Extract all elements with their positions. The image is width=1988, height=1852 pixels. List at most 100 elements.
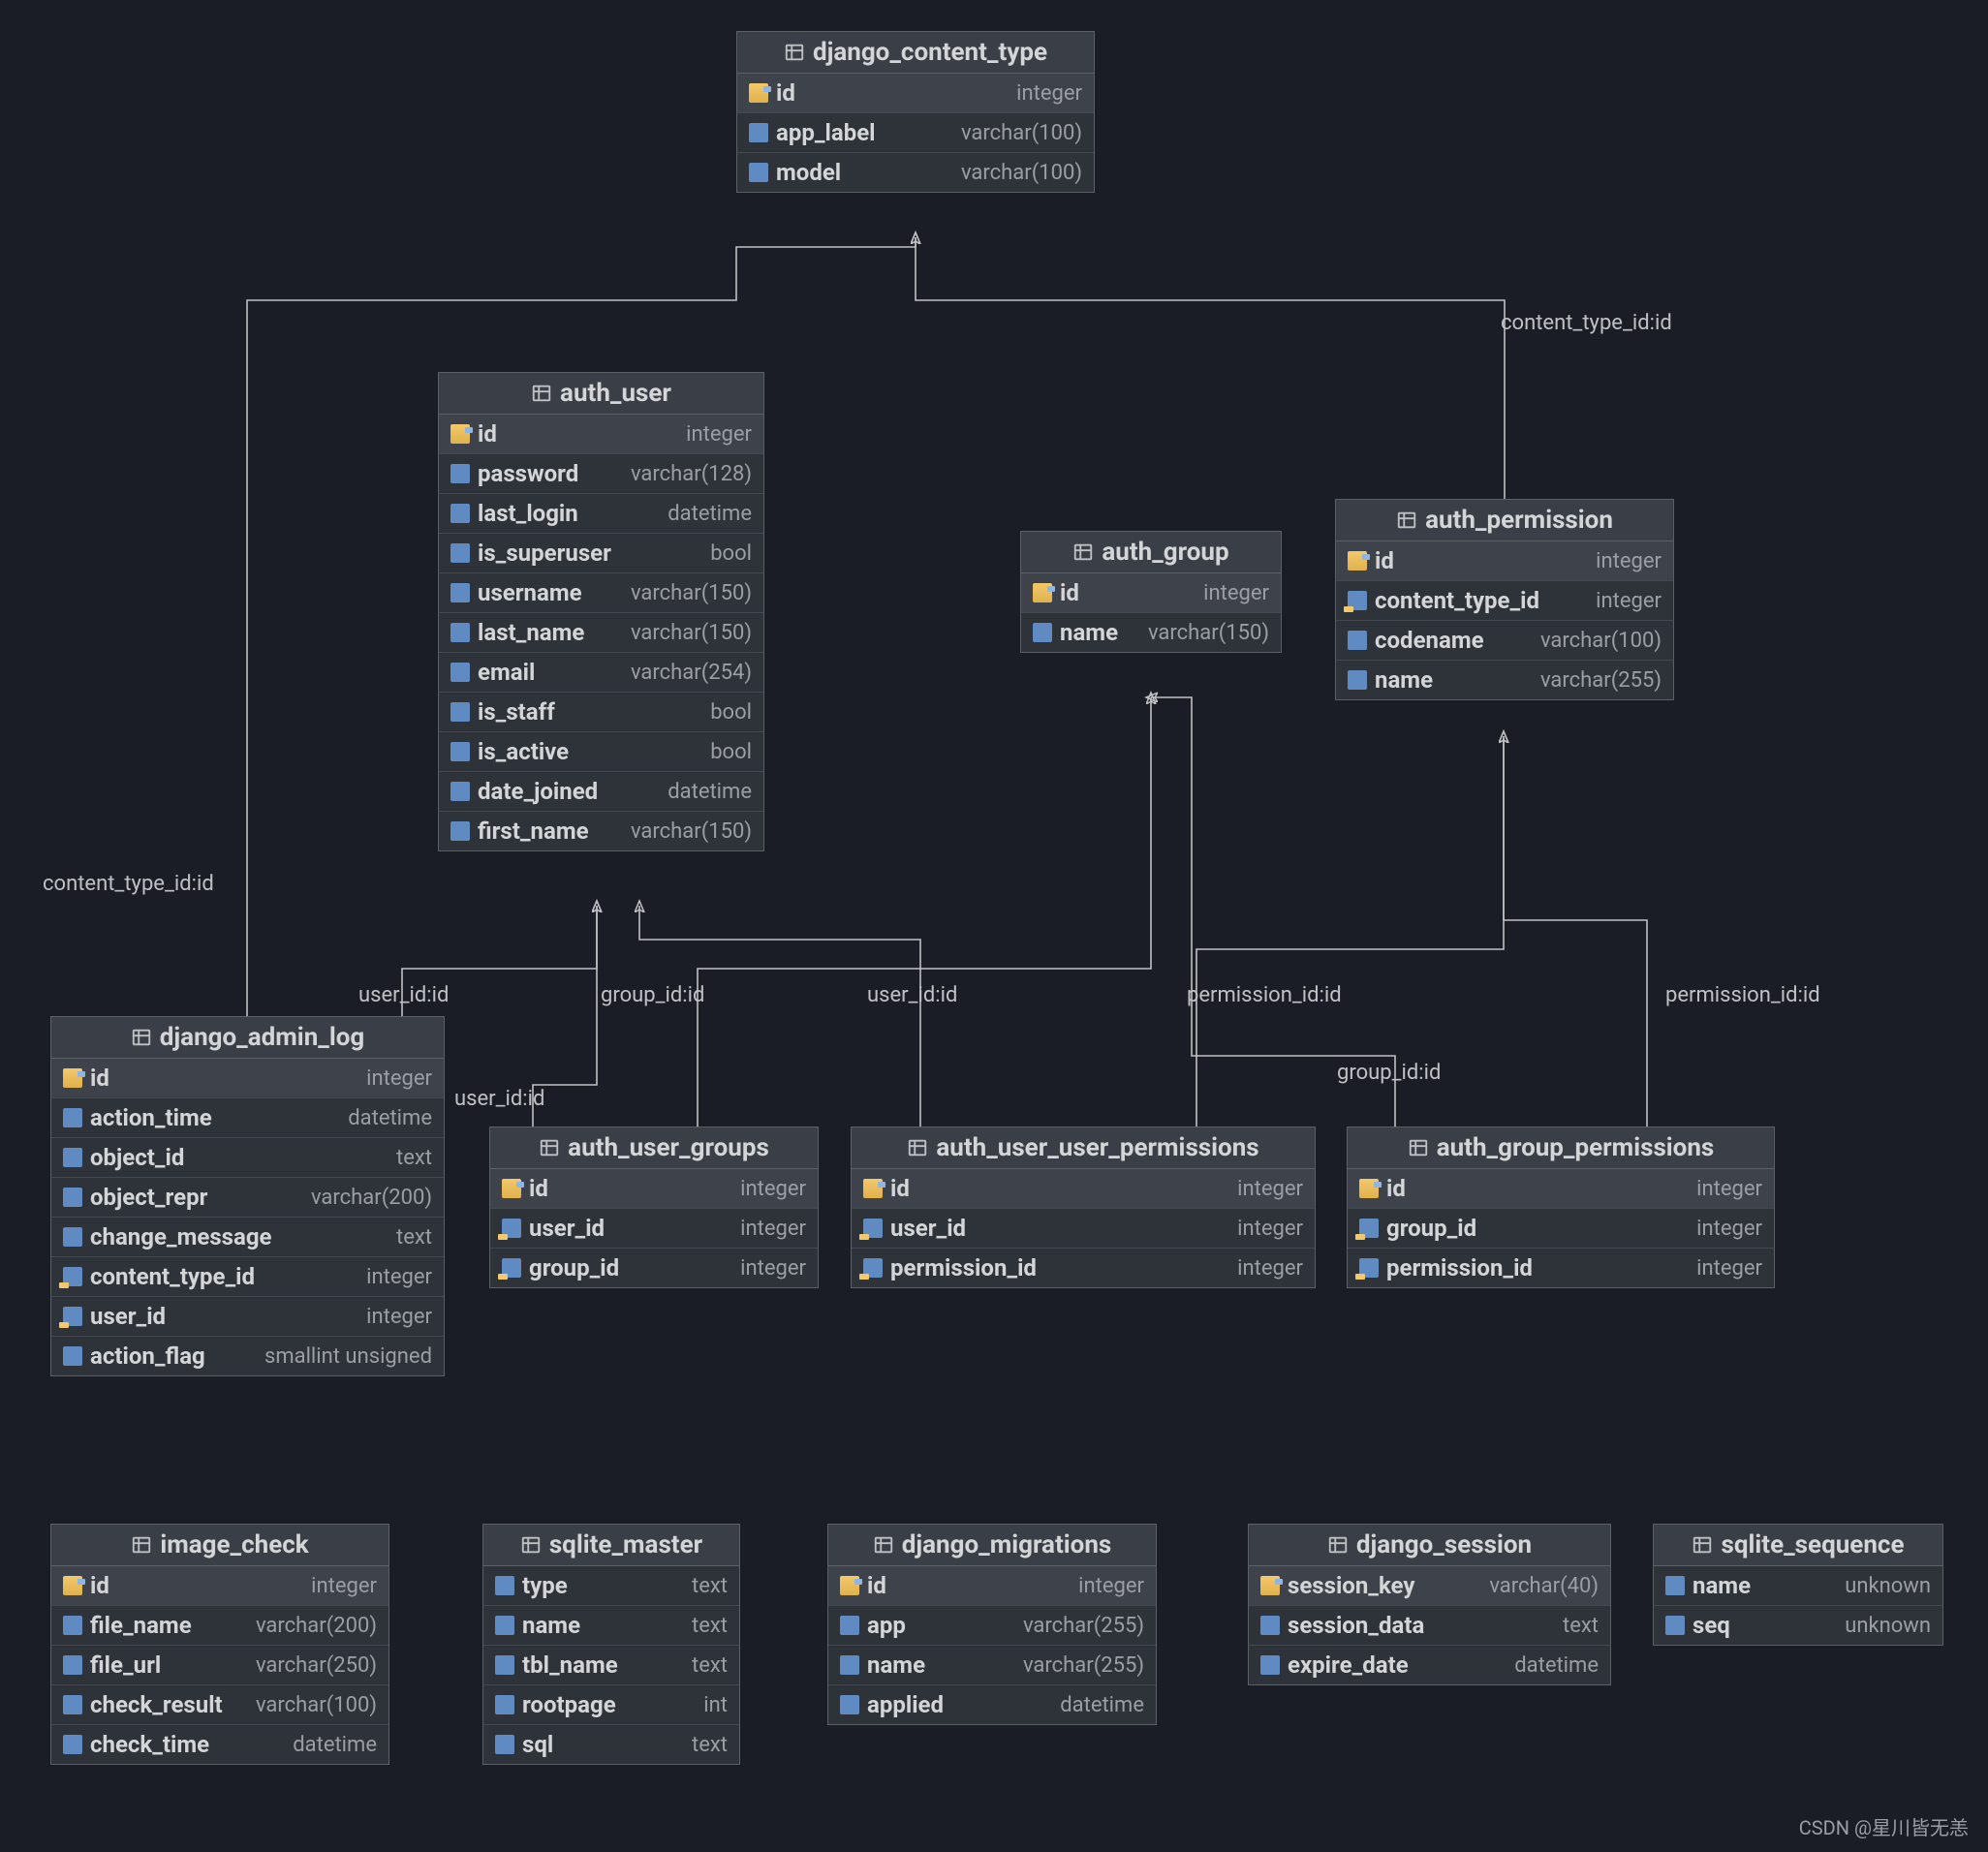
column-type: int: [703, 1693, 728, 1717]
column-name: group_id: [529, 1254, 619, 1281]
column-type: integer: [311, 1574, 377, 1598]
table-auth_user[interactable]: auth_useridintegerpasswordvarchar(128)la…: [438, 372, 764, 851]
column-row[interactable]: user_idinteger: [852, 1209, 1315, 1249]
column-row[interactable]: user_idinteger: [51, 1297, 444, 1337]
table-auth_permission[interactable]: auth_permissionidintegercontent_type_idi…: [1335, 499, 1674, 700]
table-django_migrations[interactable]: django_migrationsidintegerappvarchar(255…: [827, 1524, 1157, 1725]
column-row[interactable]: idinteger: [737, 74, 1094, 113]
table-header[interactable]: auth_permission: [1336, 500, 1673, 541]
column-name: action_flag: [90, 1343, 205, 1370]
table-header[interactable]: django_migrations: [828, 1525, 1156, 1566]
table-header[interactable]: sqlite_master: [483, 1525, 739, 1566]
column-row[interactable]: idinteger: [1348, 1169, 1774, 1209]
column-row[interactable]: applieddatetime: [828, 1685, 1156, 1724]
table-django_admin_log[interactable]: django_admin_logidintegeraction_timedate…: [50, 1016, 445, 1376]
column-row[interactable]: change_messagetext: [51, 1218, 444, 1257]
column-icon: [495, 1616, 514, 1635]
column-row[interactable]: app_labelvarchar(100): [737, 113, 1094, 153]
column-row[interactable]: namevarchar(255): [1336, 661, 1673, 699]
column-row[interactable]: sqltext: [483, 1725, 739, 1764]
table-django_session[interactable]: django_sessionsession_keyvarchar(40)sess…: [1248, 1524, 1611, 1685]
column-type: integer: [740, 1177, 806, 1201]
table-header[interactable]: django_content_type: [737, 32, 1094, 74]
column-row[interactable]: expire_datedatetime: [1249, 1646, 1610, 1684]
column-row[interactable]: usernamevarchar(150): [439, 573, 763, 613]
column-row[interactable]: object_reprvarchar(200): [51, 1178, 444, 1218]
table-sqlite_sequence[interactable]: sqlite_sequencenameunknownsequnknown: [1653, 1524, 1943, 1646]
column-row[interactable]: first_namevarchar(150): [439, 812, 763, 850]
column-row[interactable]: file_namevarchar(200): [51, 1606, 388, 1646]
column-row[interactable]: nametext: [483, 1606, 739, 1646]
column-row[interactable]: emailvarchar(254): [439, 653, 763, 693]
column-row[interactable]: check_timedatetime: [51, 1725, 388, 1764]
table-header[interactable]: auth_group_permissions: [1348, 1127, 1774, 1169]
column-type: text: [1563, 1614, 1599, 1638]
column-row[interactable]: sequnknown: [1654, 1606, 1942, 1645]
column-row[interactable]: idinteger: [51, 1059, 444, 1098]
table-django_content_type[interactable]: django_content_type idintegerapp_labelvar…: [736, 31, 1095, 193]
column-row[interactable]: action_flagsmallint unsigned: [51, 1337, 444, 1375]
column-icon: [450, 663, 470, 682]
column-row[interactable]: last_logindatetime: [439, 494, 763, 534]
table-auth_user_groups[interactable]: auth_user_groupsidintegeruser_idintegerg…: [489, 1127, 819, 1288]
column-row[interactable]: idinteger: [490, 1169, 818, 1209]
table-header[interactable]: auth_user: [439, 373, 763, 415]
column-row[interactable]: object_idtext: [51, 1138, 444, 1178]
column-row[interactable]: content_type_idinteger: [1336, 581, 1673, 621]
column-row[interactable]: idinteger: [51, 1566, 388, 1606]
primary-key-icon: [1260, 1576, 1280, 1595]
column-row[interactable]: permission_idinteger: [852, 1249, 1315, 1287]
column-row[interactable]: content_type_idinteger: [51, 1257, 444, 1297]
column-row[interactable]: codenamevarchar(100): [1336, 621, 1673, 661]
column-row[interactable]: rootpageint: [483, 1685, 739, 1725]
table-auth_group_permissions[interactable]: auth_group_permissionsidintegergroup_idi…: [1347, 1127, 1775, 1288]
column-row[interactable]: is_superuserbool: [439, 534, 763, 573]
column-row[interactable]: user_idinteger: [490, 1209, 818, 1249]
column-row[interactable]: typetext: [483, 1566, 739, 1606]
table-header[interactable]: auth_group: [1021, 532, 1281, 573]
column-row[interactable]: check_resultvarchar(100): [51, 1685, 388, 1725]
column-row[interactable]: is_activebool: [439, 732, 763, 772]
table-header[interactable]: django_admin_log: [51, 1017, 444, 1059]
column-name: content_type_id: [1375, 587, 1539, 614]
column-row[interactable]: group_idinteger: [1348, 1209, 1774, 1249]
column-row[interactable]: appvarchar(255): [828, 1606, 1156, 1646]
column-row[interactable]: group_idinteger: [490, 1249, 818, 1287]
table-title: django_content_type: [813, 38, 1047, 67]
column-row[interactable]: idinteger: [828, 1566, 1156, 1606]
column-row[interactable]: date_joineddatetime: [439, 772, 763, 812]
column-icon: [450, 543, 470, 563]
column-row[interactable]: idinteger: [439, 415, 763, 454]
column-row[interactable]: idinteger: [1021, 573, 1281, 613]
table-header[interactable]: image_check: [51, 1525, 388, 1566]
table-header[interactable]: auth_user_groups: [490, 1127, 818, 1169]
column-row[interactable]: modelvarchar(100): [737, 153, 1094, 192]
column-row[interactable]: nameunknown: [1654, 1566, 1942, 1606]
column-row[interactable]: is_staffbool: [439, 693, 763, 732]
column-row[interactable]: last_namevarchar(150): [439, 613, 763, 653]
column-row[interactable]: tbl_nametext: [483, 1646, 739, 1685]
table-header[interactable]: auth_user_user_permissions: [852, 1127, 1315, 1169]
column-name: last_name: [478, 619, 584, 646]
column-name: name: [1693, 1572, 1751, 1599]
column-name: email: [478, 659, 535, 686]
column-row[interactable]: session_keyvarchar(40): [1249, 1566, 1610, 1606]
column-name: name: [1375, 666, 1433, 694]
column-row[interactable]: idinteger: [852, 1169, 1315, 1209]
column-row[interactable]: namevarchar(255): [828, 1646, 1156, 1685]
column-row[interactable]: namevarchar(150): [1021, 613, 1281, 652]
table-auth_user_user_permissions[interactable]: auth_user_user_permissionsidintegeruser_…: [851, 1127, 1316, 1288]
column-row[interactable]: action_timedatetime: [51, 1098, 444, 1138]
column-row[interactable]: file_urlvarchar(250): [51, 1646, 388, 1685]
column-name: check_time: [90, 1731, 209, 1758]
table-image_check[interactable]: image_checkidintegerfile_namevarchar(200…: [50, 1524, 389, 1765]
table-sqlite_master[interactable]: sqlite_mastertypetextnametexttbl_nametex…: [482, 1524, 740, 1765]
column-row[interactable]: passwordvarchar(128): [439, 454, 763, 494]
column-name: tbl_name: [522, 1651, 618, 1679]
table-header[interactable]: django_session: [1249, 1525, 1610, 1566]
column-row[interactable]: permission_idinteger: [1348, 1249, 1774, 1287]
column-row[interactable]: idinteger: [1336, 541, 1673, 581]
table-auth_group[interactable]: auth_groupidintegernamevarchar(150): [1020, 531, 1282, 653]
table-header[interactable]: sqlite_sequence: [1654, 1525, 1942, 1566]
column-row[interactable]: session_datatext: [1249, 1606, 1610, 1646]
